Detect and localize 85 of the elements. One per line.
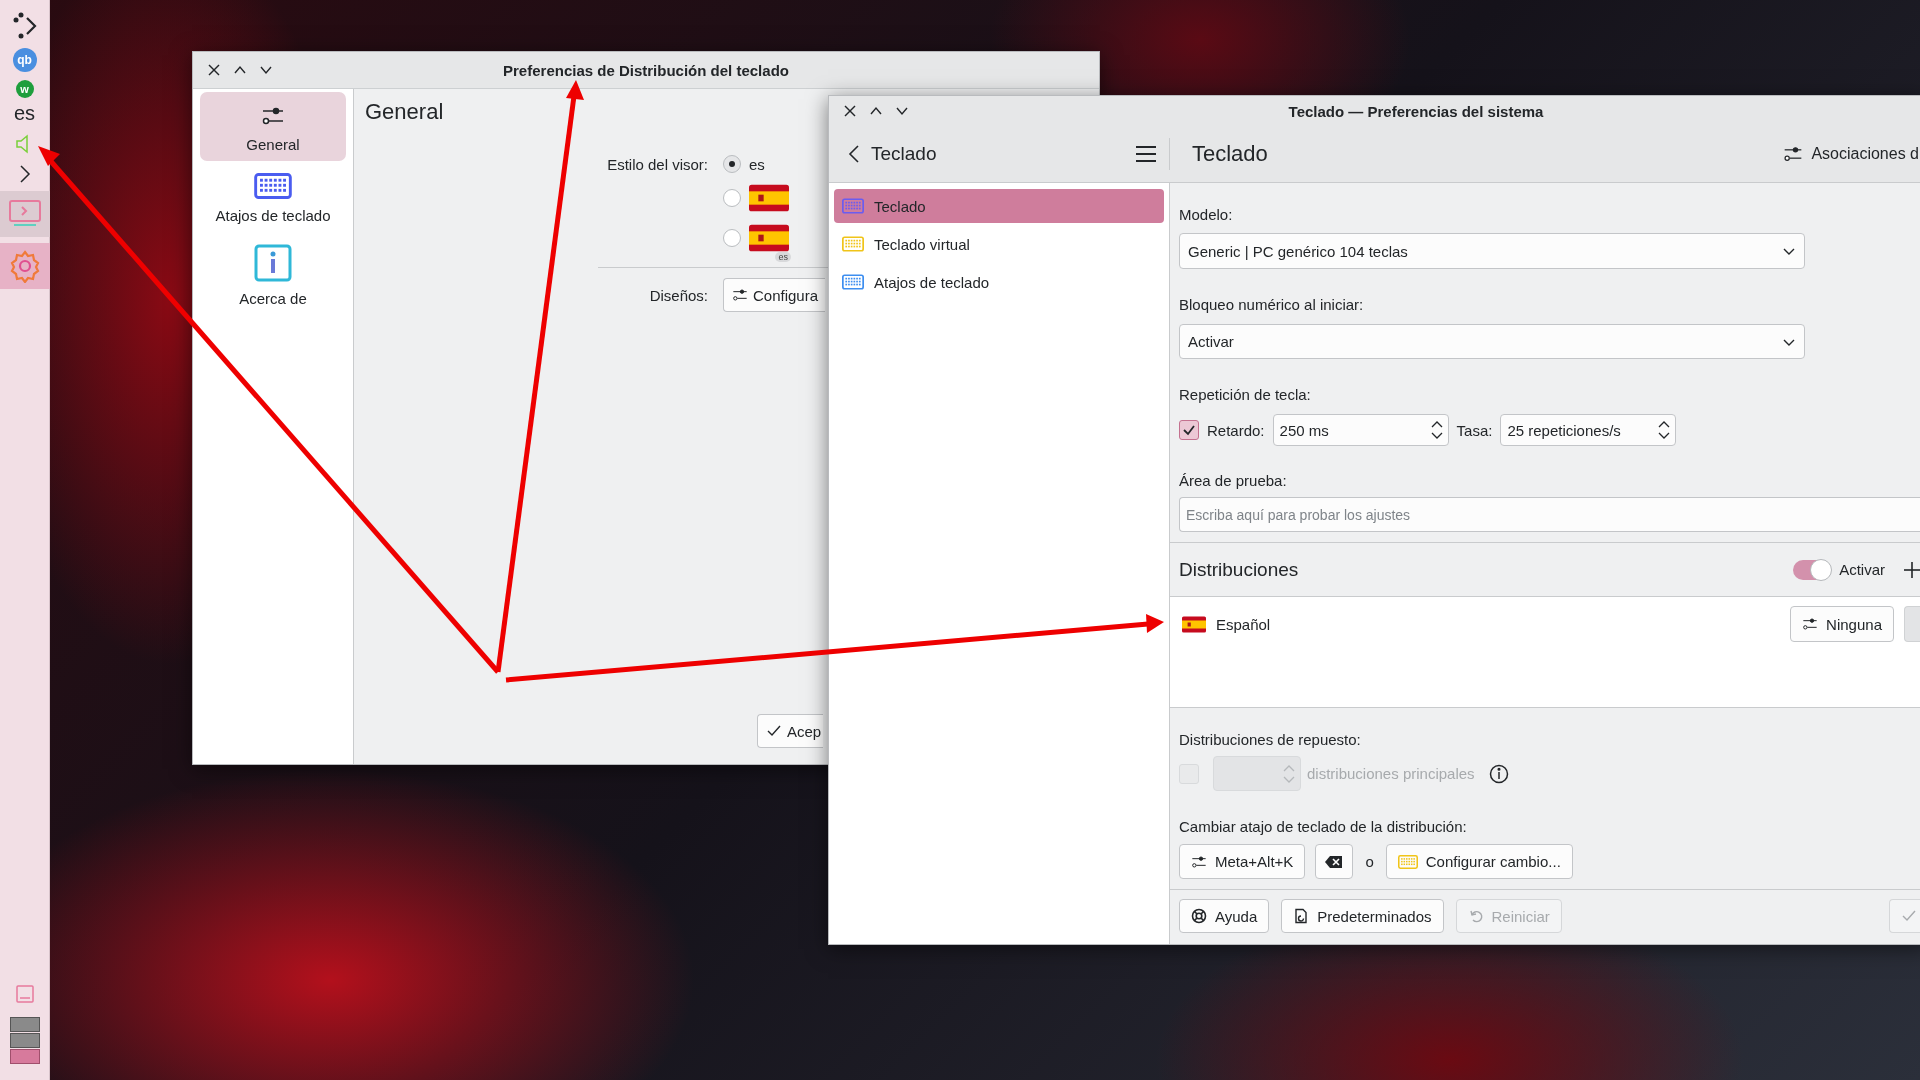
close-button[interactable] [843, 104, 857, 118]
separator-text: o [1365, 853, 1374, 870]
sliders-icon [1783, 144, 1804, 164]
page-title: Teclado [1192, 141, 1268, 167]
keyboard-icon [254, 173, 292, 199]
flag-icon [749, 223, 789, 253]
test-input-field[interactable]: Escriba aquí para probar los ajustes [1179, 497, 1920, 532]
document-icon [1293, 908, 1310, 924]
window-title: Preferencias de Distribución del teclado [503, 61, 789, 79]
configure-button[interactable]: Configura [723, 278, 825, 312]
sidebar-label: Teclado virtual [874, 235, 970, 253]
field-label: Cambiar atajo de teclado de la distribución: [1179, 819, 1468, 835]
sidebar-label: Atajos de teclado [874, 273, 990, 291]
section-title: Distribuciones [1179, 558, 1300, 581]
flag-icon [749, 183, 789, 213]
layout-name: Español [1216, 615, 1272, 633]
field-label: Repetición de tecla: [1179, 387, 1312, 403]
radio-button[interactable] [723, 189, 741, 207]
field-label: Tasa: [1456, 421, 1493, 439]
field-label: Diseños: [649, 286, 708, 304]
sidebar-item[interactable]: General [200, 92, 346, 161]
field-label: Estilo del visor: [607, 155, 708, 173]
close-button[interactable] [207, 63, 221, 77]
rate-spinbox[interactable]: 25 repeticiones/s [1500, 414, 1677, 446]
backspace-icon [1325, 854, 1344, 869]
check-icon [766, 723, 782, 739]
lifebuoy-icon [1191, 908, 1207, 924]
toolbar-link[interactable]: Asociaciones d [1811, 145, 1919, 163]
model-dropdown[interactable]: Generic | PC genérico 104 teclas [1179, 233, 1805, 269]
back-icon[interactable] [847, 144, 861, 164]
field-label: distribuciones principales [1307, 765, 1475, 782]
shortcut-button[interactable]: Meta+Alt+K [1179, 844, 1306, 879]
keyboard-layout-indicator[interactable]: es [13, 102, 36, 125]
keyboard-icon [1397, 854, 1418, 869]
sidebar-label: Acerca de [239, 290, 307, 307]
keyboard-icon [842, 236, 864, 252]
delay-spinbox[interactable]: 250 ms [1272, 414, 1449, 446]
info-icon [254, 244, 292, 282]
radio-button[interactable] [723, 155, 741, 173]
close-icon [843, 104, 857, 118]
sidebar-item[interactable]: Atajos de teclado [834, 265, 1164, 299]
field-label: Distribuciones de repuesto: [1179, 732, 1362, 748]
undo-icon [1467, 908, 1484, 924]
sidebar-label: General [246, 136, 300, 153]
sidebar-title: Teclado [871, 143, 938, 165]
sidebar-label: Atajos de teclado [215, 207, 331, 224]
check-icon [1182, 423, 1196, 437]
sliders-icon [732, 287, 748, 303]
menu-icon[interactable] [1135, 145, 1157, 163]
monitor-icon [7, 199, 42, 229]
sidebar-item[interactable]: Teclado virtual [834, 227, 1164, 261]
close-icon [207, 63, 221, 77]
desktop-pager-cell[interactable] [9, 1049, 40, 1064]
window-title: Teclado — Preferencias del sistema [1288, 102, 1544, 120]
keyboard-icon [842, 274, 864, 290]
ok-button[interactable]: Acep [757, 714, 823, 748]
field-label: Área de prueba: [1179, 473, 1288, 489]
keyboard-icon [842, 198, 864, 214]
sidebar-item[interactable]: Atajos de teclado [200, 161, 346, 232]
sidebar-label: Teclado [874, 197, 926, 215]
shortcut-button[interactable]: Ninguna [1790, 606, 1894, 642]
footer-button[interactable]: Ayuda [1179, 899, 1270, 933]
field-label: Retardo: [1207, 421, 1265, 439]
flag-icon [1182, 615, 1206, 633]
checkbox[interactable] [1179, 420, 1199, 440]
configure-button[interactable]: Configurar cambio... [1385, 844, 1573, 879]
page-heading: General [365, 99, 444, 125]
radio-button[interactable] [723, 229, 741, 247]
desktop-pager-cell[interactable] [9, 1017, 40, 1032]
check-icon [1901, 908, 1917, 924]
desktop-pager-cell[interactable] [9, 1033, 40, 1048]
info-icon[interactable] [1488, 763, 1509, 784]
toggle-label: Activar [1839, 561, 1885, 578]
layout-badge: es [775, 252, 791, 262]
field-label: Modelo: [1179, 207, 1234, 223]
clear-button[interactable] [1315, 844, 1354, 879]
numlock-dropdown[interactable]: Activar [1179, 324, 1805, 359]
toggle-switch[interactable] [1793, 559, 1832, 580]
footer-button[interactable]: Predeterminados [1281, 899, 1444, 933]
sidebar-item[interactable]: Teclado [834, 189, 1164, 223]
option-label: es [749, 155, 765, 173]
sidebar-item[interactable]: Acerca de [200, 232, 346, 315]
sliders-icon [1802, 616, 1819, 632]
field-label: Bloqueo numérico al iniciar: [1179, 297, 1365, 313]
add-icon[interactable] [1903, 560, 1920, 579]
